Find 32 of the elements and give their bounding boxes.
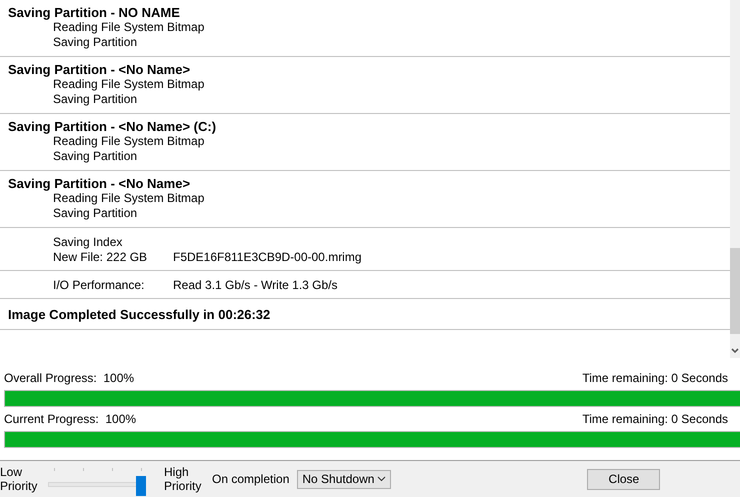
close-button[interactable]: Close <box>587 468 660 490</box>
log-line: Saving Partition <box>52 206 138 221</box>
time-remaining: Time remaining: 0 Seconds <box>582 412 728 427</box>
detail-label: Saving Index <box>53 235 124 250</box>
high-priority-label: High Priority <box>164 465 202 493</box>
step-heading: Saving Partition - <No Name> <box>7 62 192 77</box>
progress-label: Current Progress: 100% <box>4 412 136 427</box>
log-line: Saving Partition <box>52 35 138 50</box>
scroll-thumb[interactable] <box>730 248 740 334</box>
step-heading: Saving Partition - <No Name> <box>7 176 192 191</box>
low-priority-label: Low Priority <box>0 465 38 493</box>
scroll-down-icon <box>731 348 739 354</box>
log-line: Saving Partition <box>52 92 138 107</box>
detail-value: Read 3.1 Gb/s - Write 1.3 Gb/s <box>173 278 338 293</box>
progress-label: Overall Progress: 100% <box>4 371 134 386</box>
log-line: Reading File System Bitmap <box>52 191 206 206</box>
detail-label: New File: 222 GB <box>53 250 148 265</box>
step-heading: Saving Partition - <No Name> (C:) <box>7 119 218 134</box>
detail-value: F5DE16F811E3CB9D-00-00.mrimg <box>173 250 362 265</box>
log-line: Reading File System Bitmap <box>52 20 206 35</box>
summary-text: Image Completed Successfully in 00:26:32 <box>7 307 272 322</box>
detail-label: I/O Performance: <box>53 278 146 293</box>
completion-dropdown[interactable]: No Shutdown <box>297 470 392 488</box>
chevron-down-icon <box>377 476 386 482</box>
scrollbar[interactable] <box>730 0 740 358</box>
slider-thumb[interactable] <box>136 476 146 496</box>
log-line: Reading File System Bitmap <box>52 134 206 149</box>
time-remaining: Time remaining: 0 Seconds <box>582 371 728 386</box>
log-line: Saving Partition <box>52 149 138 164</box>
step-heading: Saving Partition - NO NAME <box>7 5 181 20</box>
completion-label: On completion <box>212 472 290 486</box>
log-line: Reading File System Bitmap <box>52 77 206 92</box>
